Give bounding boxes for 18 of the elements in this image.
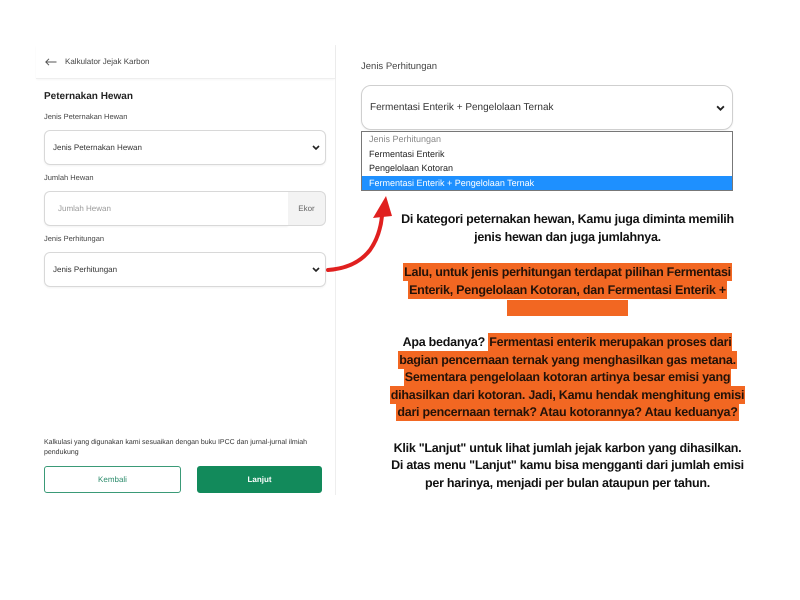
explanation-text: Lalu, untuk jenis perhitungan terdapat pilihan Fermentasi Enterik, Pengelolaan Kotoran, dan Fermentasi Enterik +: [402, 264, 733, 299]
back-button[interactable]: Kembali: [44, 466, 181, 493]
chevron-down-icon: [312, 267, 320, 272]
explanation-text: Klik "Lanjut" untuk lihat jumlah jejak karbon yang dihasilkan. Di atas menu "Lanjut" kamu bisa mengganti dari jumlah emisi per harinya, menjadi per bulan ataupun per tahun.: [390, 440, 745, 492]
dropdown-option[interactable]: Fermentasi Enterik: [362, 146, 732, 161]
field-label: Jenis Perhitungan: [361, 60, 438, 74]
dropdown-option[interactable]: Pengelolaan Kotoran: [362, 161, 732, 176]
next-button[interactable]: Lanjut: [197, 466, 322, 493]
chevron-down-icon: [312, 145, 320, 150]
chevron-down-icon: [716, 104, 725, 110]
dropdown-select[interactable]: Fermentasi Enterik + Pengelolaan Ternak: [361, 85, 733, 130]
section-title: Peternakan Hewan: [44, 90, 133, 104]
header-title: Kalkulator Jejak Karbon: [65, 57, 150, 66]
dropdown-select[interactable]: Jenis Peternakan Hewan: [44, 130, 326, 165]
dropdown-select[interactable]: Jenis Perhitungan: [44, 252, 326, 287]
back-arrow-icon[interactable]: [45, 58, 57, 66]
explanation-text: Di kategori peternakan hewan, Kamu juga diminta memilih jenis hewan dan juga jumlahnya.: [400, 211, 735, 246]
explanation-text: Apa bedanya? Fermentasi enterik merupakan proses dari bagian pencernaan ternak yang menghasilkan gas metana. Sementara pengelolaan kotoran artinya besar emisi yang dihasilkan dari kotoran. Jadi, Kamu hendak menghitung emisi dari pencernaan ternak? Atau kotorannya? Atau keduanya?: [388, 334, 746, 422]
